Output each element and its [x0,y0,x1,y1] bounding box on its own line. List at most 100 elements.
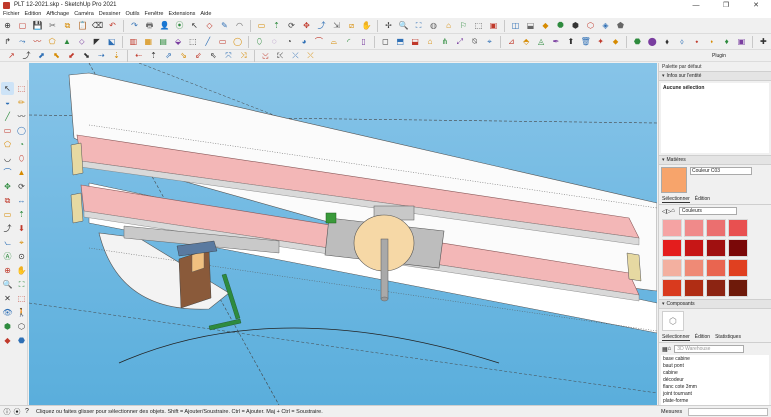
toolbar_mid-tool-19-icon[interactable]: ◕ [298,35,311,48]
component-list-item[interactable]: décodeur [663,377,767,384]
toolbar_top-tool-8-icon[interactable]: ↷ [128,19,141,32]
toolbar_bot-tool-17-icon[interactable]: ⤪ [274,49,287,62]
left-tool-28-icon[interactable]: 🔍 [1,278,14,291]
left-tool-31-icon[interactable]: ⬚ [15,292,28,305]
toolbar_mid-tool-30-icon[interactable]: ⍉ [468,35,481,48]
left-tool-12-icon[interactable]: ⌒ [1,166,14,179]
toolbar_top-tool-20-icon[interactable]: ⤴ [315,19,328,32]
toolbar_top-tool-24-icon[interactable]: ✢ [382,19,395,32]
toolbar_top-tool-13-icon[interactable]: ◇ [203,19,216,32]
left-tool-36-icon[interactable]: ◆ [1,334,14,347]
maximize-button[interactable]: ❐ [711,0,741,10]
toolbar_bot-tool-5-icon[interactable]: ⬊ [80,49,93,62]
material-swatch[interactable] [684,239,704,257]
toolbar_mid-tool-37-icon[interactable]: 🗑 [579,35,592,48]
toolbar_mid-tool-20-icon[interactable]: ⌒ [312,35,325,48]
toolbar_top-tool-6-icon[interactable]: ⌫ [91,19,104,32]
menu-outils[interactable]: Outils [125,11,139,17]
left-tool-10-icon[interactable]: ◡ [1,152,14,165]
minimize-button[interactable]: — [681,0,711,10]
left-tool-32-icon[interactable]: 👁 [1,306,14,319]
menu-aide[interactable]: Aide [200,11,211,17]
left-tool-24-icon[interactable]: Ⓐ [1,250,14,263]
toolbar_top-tool-32-icon[interactable]: ◫ [509,19,522,32]
component-list-item[interactable]: baut pont [663,363,767,370]
material-swatch[interactable] [662,239,682,257]
toolbar_top-tool-16-icon[interactable]: ▭ [255,19,268,32]
toolbar_mid-tool-12-icon[interactable]: ⬚ [186,35,199,48]
toolbar_top-tool-1-icon[interactable]: ▢ [16,19,29,32]
menu-camera[interactable]: Caméra [74,11,94,17]
menu-fichier[interactable]: Fichier [3,11,20,17]
toolbar_top-tool-19-icon[interactable]: ✥ [300,19,313,32]
toolbar_bot-tool-3-icon[interactable]: ⬉ [50,49,63,62]
toolbar_mid-tool-3-icon[interactable]: ⬠ [46,35,59,48]
toolbar_top-tool-14-icon[interactable]: ✎ [218,19,231,32]
left-tool-13-icon[interactable]: ▲ [15,166,28,179]
toolbar_mid-tool-43-icon[interactable]: ⬨ [676,35,689,48]
component-list-item[interactable]: cabine [663,370,767,377]
toolbar_mid-tool-9-icon[interactable]: ▦ [142,35,155,48]
toolbar_mid-tool-15-icon[interactable]: ◯ [231,35,244,48]
toolbar_top-tool-22-icon[interactable]: ⧄ [345,19,358,32]
toolbar_bot-tool-4-icon[interactable]: ⬋ [65,49,78,62]
component-list-item[interactable]: base cabine [663,356,767,363]
toolbar_top-tool-4-icon[interactable]: ⧉ [61,19,74,32]
toolbar_mid-tool-45-icon[interactable]: ⬪ [705,35,718,48]
toolbar_bot-tool-7-icon[interactable]: ⇣ [110,49,123,62]
tab-components-select[interactable]: Sélectionner [662,334,690,341]
component-list-item[interactable]: flanc cote 3mm [663,384,767,391]
toolbar_top-tool-5-icon[interactable]: 📋 [76,19,89,32]
toolbar_top-tool-9-icon[interactable]: 🖶 [143,19,156,32]
left-tool-14-icon[interactable]: ✥ [1,180,14,193]
toolbar_mid-tool-27-icon[interactable]: ⌂ [424,35,437,48]
toolbar_mid-tool-21-icon[interactable]: ⌓ [327,35,340,48]
toolbar_top-tool-23-icon[interactable]: ✋ [360,19,373,32]
toolbar_bot-tool-8-icon[interactable]: ⇠ [132,49,145,62]
toolbar_bot-tool-18-icon[interactable]: ⤫ [289,49,302,62]
toolbar_top-tool-12-icon[interactable]: ↖ [188,19,201,32]
material-swatch[interactable] [684,279,704,297]
left-tool-4-icon[interactable]: ╱ [1,110,14,123]
3d-viewport[interactable] [29,63,657,405]
toolbar_bot-tool-9-icon[interactable]: ⇡ [147,49,160,62]
toolbar_mid-tool-0-icon[interactable]: ↱ [1,35,14,48]
left-tool-37-icon[interactable]: ⬣ [15,334,28,347]
toolbar_top-tool-26-icon[interactable]: ⛶ [412,19,425,32]
material-swatch[interactable] [706,259,726,277]
left-tool-0-icon[interactable]: ↖ [1,82,14,95]
toolbar_top-tool-38-icon[interactable]: ◈ [599,19,612,32]
toolbar_mid-tool-25-icon[interactable]: ⬒ [394,35,407,48]
toolbar_bot-tool-6-icon[interactable]: ⇢ [95,49,108,62]
material-swatch[interactable] [706,239,726,257]
left-tool-17-icon[interactable]: ↔ [15,194,28,207]
toolbar_top-tool-21-icon[interactable]: ⇲ [330,19,343,32]
material-name-field[interactable]: Couleur C03 [690,167,752,175]
left-tool-35-icon[interactable]: ⬡ [15,320,28,333]
toolbar_top-tool-10-icon[interactable]: 👤 [158,19,171,32]
home-icon[interactable]: ⌂ [668,346,672,352]
tab-materials-select[interactable]: Sélectionner [662,196,690,203]
component-list-item[interactable]: joint tournant [663,391,767,398]
left-tool-21-icon[interactable]: ⬇ [15,222,28,235]
help-icon[interactable]: ? [23,408,31,416]
left-tool-30-icon[interactable]: ✕ [1,292,14,305]
toolbar_bot-tool-15-icon[interactable]: ⤨ [237,49,250,62]
toolbar_top-tool-2-icon[interactable]: 💾 [31,19,44,32]
menu-dessiner[interactable]: Dessiner [99,11,121,17]
left-tool-22-icon[interactable]: ⦦ [1,236,14,249]
material-swatch[interactable] [684,259,704,277]
component-list-item[interactable]: plate-forme [663,398,767,405]
toolbar_top-tool-18-icon[interactable]: ⟳ [285,19,298,32]
toolbar_mid-tool-32-icon[interactable]: ⊿ [505,35,518,48]
toolbar_mid-tool-26-icon[interactable]: ⬓ [409,35,422,48]
left-tool-34-icon[interactable]: ⬢ [1,320,14,333]
geolocation-icon[interactable]: ⦿ [13,408,21,416]
materials-header[interactable]: ▾ Matières [659,155,771,165]
left-tool-29-icon[interactable]: ⛶ [15,278,28,291]
toolbar_mid-tool-4-icon[interactable]: ▲ [61,35,74,48]
tab-components-edit[interactable]: Édition [695,334,710,341]
toolbar_top-tool-35-icon[interactable]: ⯃ [554,19,567,32]
left-tool-26-icon[interactable]: ⊕ [1,264,14,277]
toolbar_mid-tool-6-icon[interactable]: ◤ [90,35,103,48]
